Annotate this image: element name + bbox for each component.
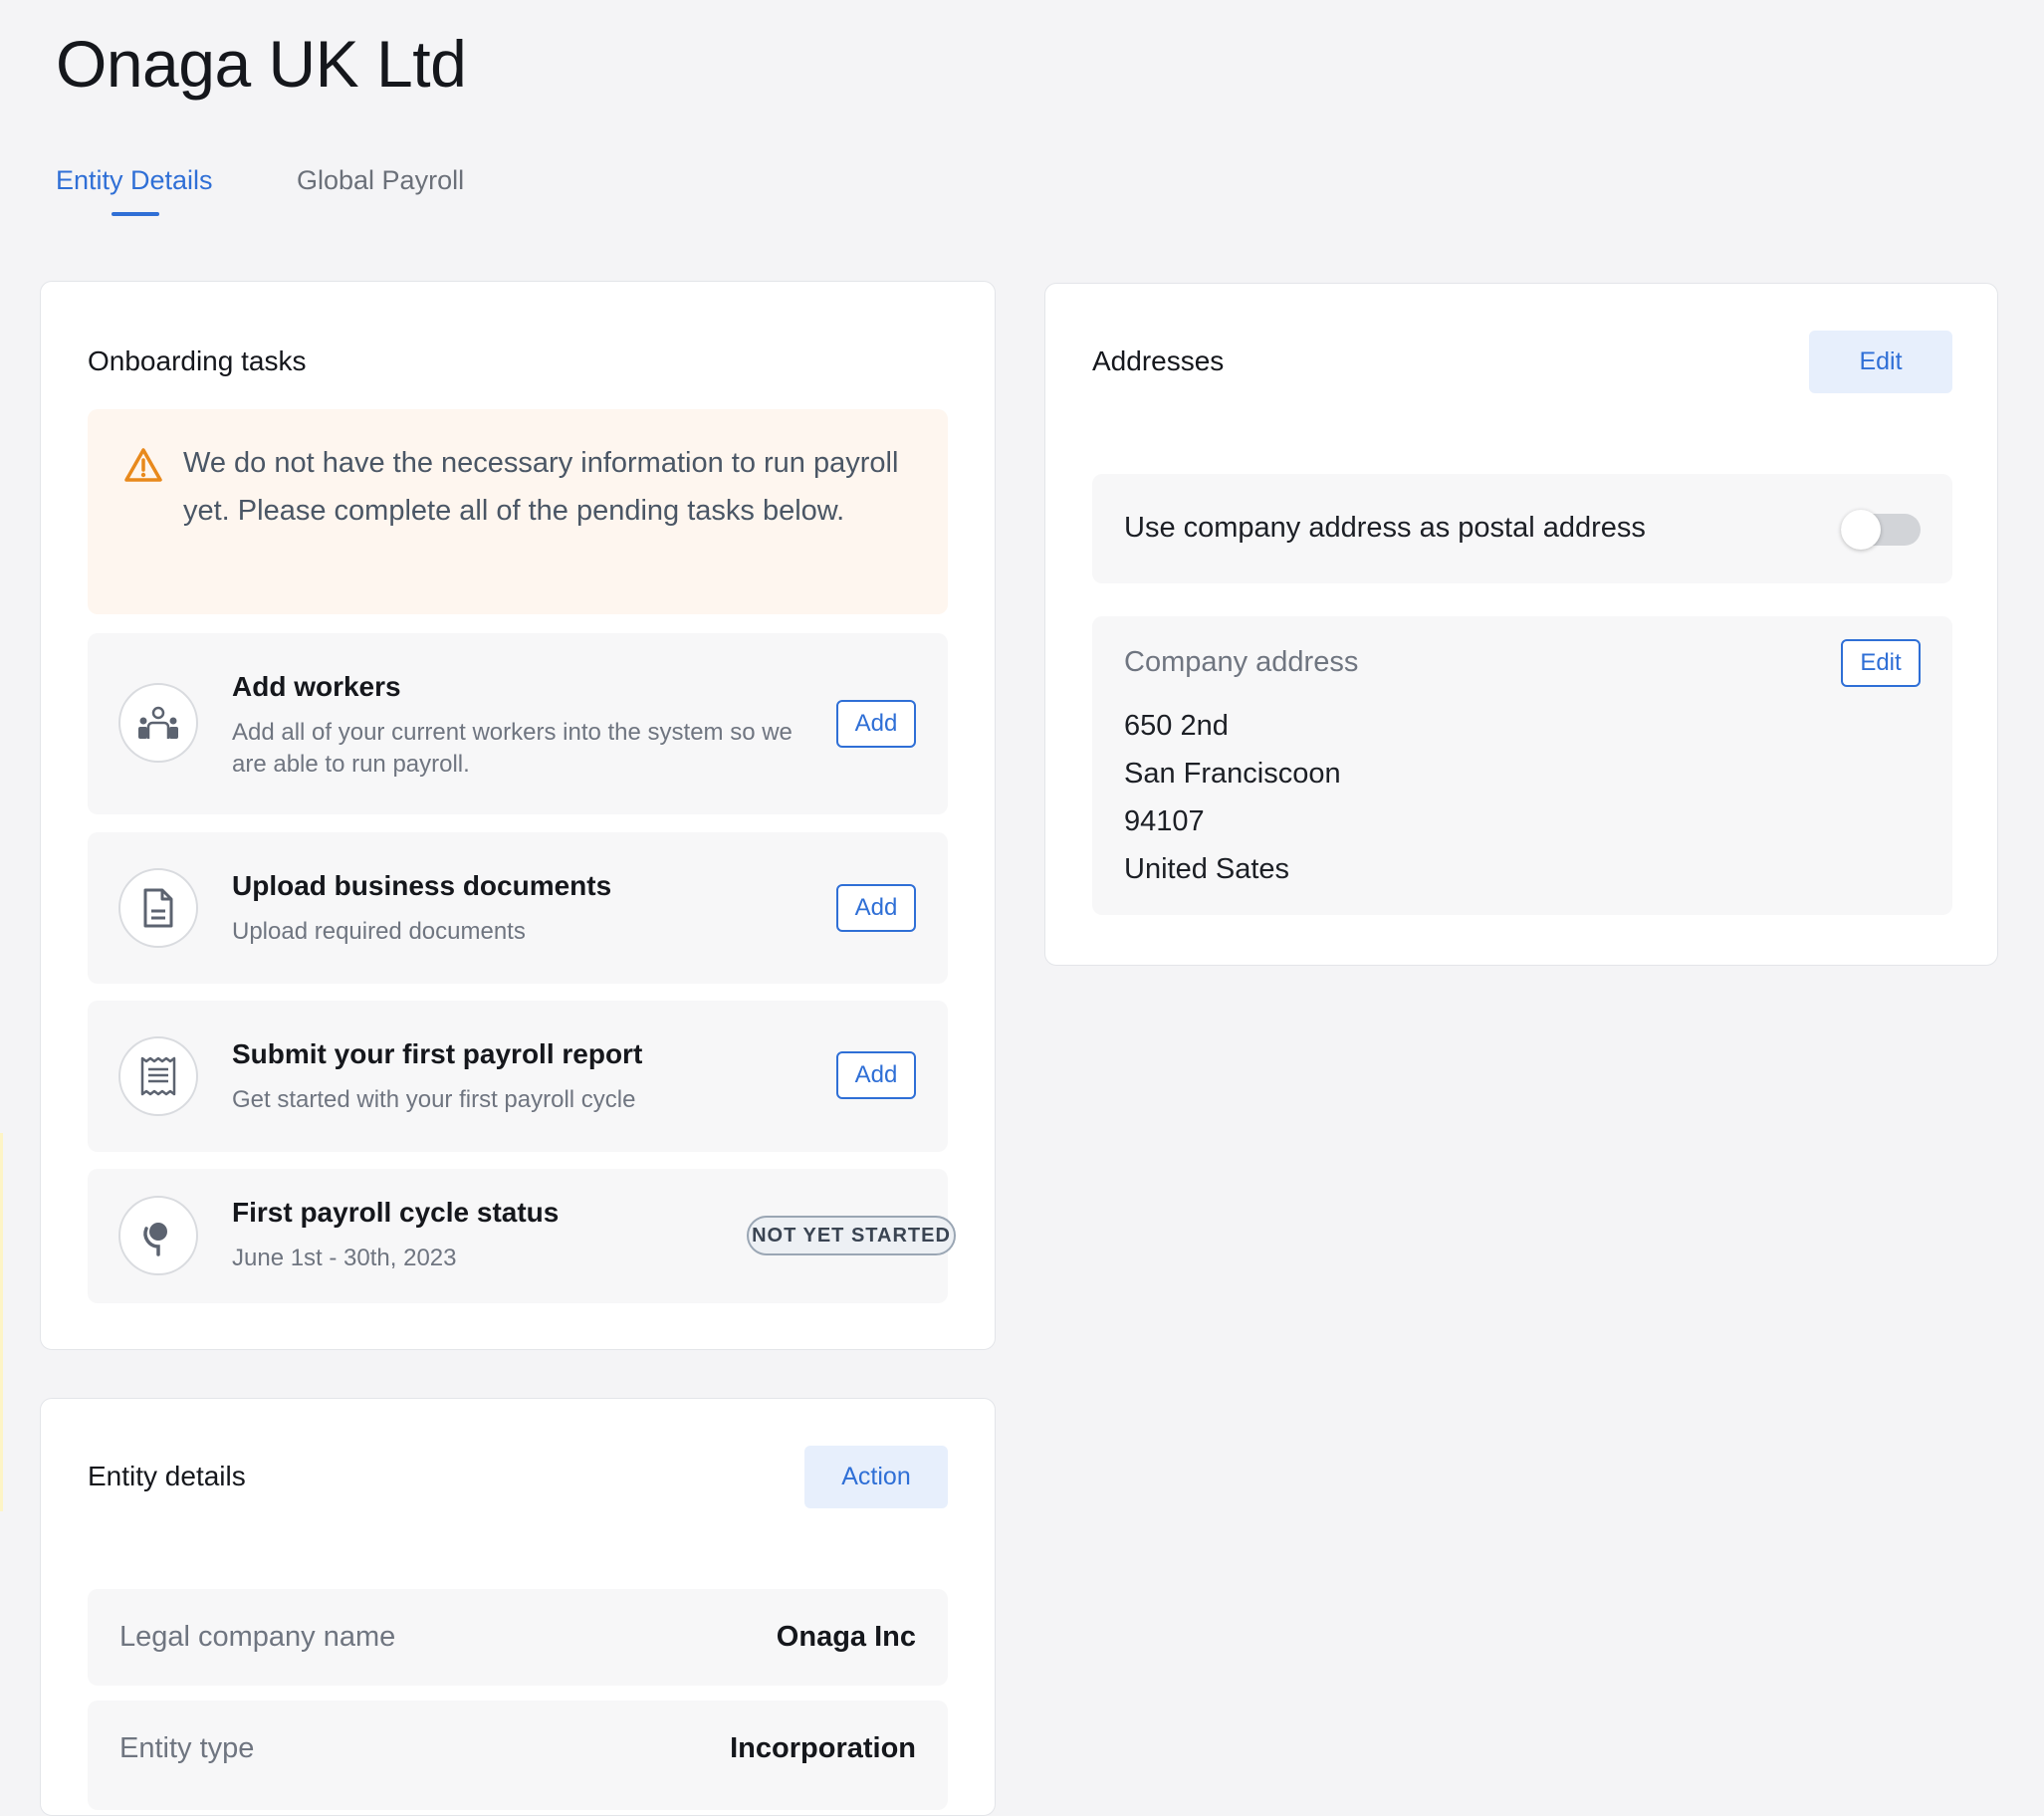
task-upload-documents: Upload business documents Upload require… <box>88 832 948 984</box>
task-title: First payroll cycle status <box>232 1197 560 1228</box>
add-workers-button[interactable]: Add <box>836 700 916 748</box>
onboarding-tasks-card: Onboarding tasks We do not have the nece… <box>40 281 996 1350</box>
workers-icon <box>118 683 198 763</box>
task-title: Submit your first payroll report <box>232 1038 643 1069</box>
task-first-payroll-cycle-status: First payroll cycle status June 1st - 30… <box>88 1169 956 1303</box>
postal-toggle-label: Use company address as postal address <box>1124 512 1646 544</box>
task-description: Upload required documents <box>232 918 526 945</box>
receipt-icon <box>118 1036 198 1116</box>
payroll-warning-banner: We do not have the necessary information… <box>88 409 948 614</box>
detail-value: Incorporation <box>730 1732 916 1764</box>
company-address-box: Company address Edit 650 2nd San Francis… <box>1092 616 1952 915</box>
task-add-workers: Add workers Add all of your current work… <box>88 633 948 814</box>
warning-message: We do not have the necessary information… <box>183 447 899 527</box>
task-submit-payroll-report: Submit your first payroll report Get sta… <box>88 1001 948 1152</box>
edge-highlight <box>0 1133 3 1511</box>
cycle-status-icon <box>118 1196 198 1275</box>
detail-row: Entity type Incorporation <box>88 1701 948 1810</box>
upload-documents-button[interactable]: Add <box>836 884 916 932</box>
entity-details-title: Entity details <box>88 1461 246 1491</box>
address-line: San Franciscoon <box>1124 758 1341 790</box>
edit-addresses-button[interactable]: Edit <box>1809 331 1952 393</box>
status-badge: NOT YET STARTED <box>747 1216 956 1255</box>
company-address-label: Company address <box>1124 646 1359 678</box>
toggle-knob <box>1841 510 1881 550</box>
onboarding-tasks-title: Onboarding tasks <box>88 345 307 376</box>
active-tab-indicator <box>112 212 159 216</box>
payroll-cycle-dates: June 1st - 30th, 2023 <box>232 1245 457 1271</box>
detail-row: Legal company name Onaga Inc <box>88 1589 948 1686</box>
document-icon <box>118 868 198 948</box>
edit-company-address-button[interactable]: Edit <box>1841 639 1921 687</box>
warning-triangle-icon <box>124 448 162 482</box>
tab-entity-details[interactable]: Entity Details <box>56 165 213 196</box>
addresses-card: Addresses Edit Use company address as po… <box>1044 283 1998 966</box>
address-line: 650 2nd <box>1124 710 1229 742</box>
detail-label: Entity type <box>119 1732 255 1764</box>
postal-address-toggle[interactable] <box>1841 510 1921 550</box>
task-description: Add all of your current workers into the… <box>232 719 793 778</box>
address-line: 94107 <box>1124 805 1205 837</box>
entity-action-button[interactable]: Action <box>804 1446 948 1508</box>
postal-address-toggle-row: Use company address as postal address <box>1092 474 1952 583</box>
addresses-title: Addresses <box>1092 345 1225 376</box>
submit-payroll-report-button[interactable]: Add <box>836 1051 916 1099</box>
detail-label: Legal company name <box>119 1621 396 1653</box>
task-description: Get started with your first payroll cycl… <box>232 1086 636 1113</box>
detail-value: Onaga Inc <box>776 1621 916 1653</box>
task-title: Upload business documents <box>232 870 612 901</box>
task-title: Add workers <box>232 671 401 702</box>
address-line: United Sates <box>1124 853 1290 885</box>
tab-global-payroll[interactable]: Global Payroll <box>297 165 464 196</box>
entity-details-card: Entity details Action Legal company name… <box>40 1398 996 1816</box>
page-title: Onaga UK Ltd <box>56 27 467 101</box>
